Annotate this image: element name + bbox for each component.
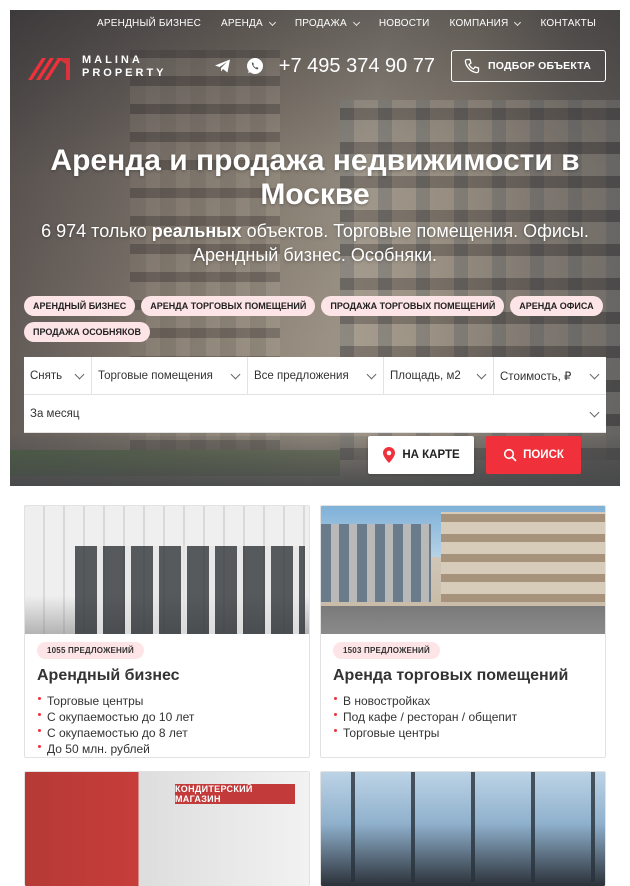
- card-image: [321, 506, 605, 634]
- period-select[interactable]: За месяц: [24, 395, 606, 433]
- price-select[interactable]: Стоимость, ₽: [494, 357, 606, 395]
- phone-number[interactable]: +7 495 374 90 77: [279, 55, 435, 78]
- listing-count: 6 974: [41, 221, 87, 241]
- hero-section: Арендный бизнес Аренда Продажа Новости К…: [10, 10, 620, 486]
- chevron-down-icon: [514, 18, 522, 26]
- list-item[interactable]: Под кафе / ресторан / общепит: [333, 709, 605, 725]
- chevron-down-icon: [74, 369, 85, 380]
- card-list: В новостройках Под кафе / ресторан / общ…: [333, 693, 605, 741]
- list-item[interactable]: В новостройках: [333, 693, 605, 709]
- tag-mansion-sale[interactable]: Продажа особняков: [24, 322, 150, 342]
- chevron-down-icon: [589, 369, 600, 380]
- chevron-down-icon: [589, 407, 600, 418]
- list-item[interactable]: С окупаемостью до 10 лет: [37, 709, 309, 725]
- list-item[interactable]: Торговые центры: [37, 693, 309, 709]
- list-item[interactable]: Торговые центры: [333, 725, 605, 741]
- hero-subtitle: 6 974 только реальных объектов. Торговые…: [41, 221, 589, 265]
- chevron-down-icon: [366, 369, 377, 380]
- map-button[interactable]: На карте: [368, 436, 474, 474]
- logo-mark-icon: [28, 58, 70, 80]
- category-card-retail-rent[interactable]: 1503 предложений Аренда торговых помещен…: [320, 505, 606, 758]
- card-title[interactable]: Аренда торговых помещений: [333, 667, 605, 685]
- chevron-down-icon: [476, 369, 487, 380]
- card-image: [321, 772, 605, 886]
- card-title[interactable]: Арендный бизнес: [37, 667, 309, 685]
- top-navigation: Арендный бизнес Аренда Продажа Новости К…: [87, 18, 606, 29]
- offer-count-badge: 1503 предложений: [333, 642, 440, 659]
- nav-item-rent[interactable]: Аренда: [211, 18, 285, 29]
- property-type-select[interactable]: Торговые помещения: [92, 357, 248, 395]
- category-card[interactable]: [320, 771, 606, 886]
- quick-tags: Арендный бизнес Аренда торговых помещени…: [24, 296, 614, 342]
- nav-item-rental-business[interactable]: Арендный бизнес: [87, 18, 211, 29]
- search-filters: Снять Торговые помещения Все предложения…: [24, 357, 606, 433]
- page-title: Аренда и продажа недвижимости в Москве: [50, 144, 580, 211]
- pick-property-button[interactable]: Подбор объекта: [451, 50, 606, 82]
- map-pin-icon: [383, 447, 396, 463]
- search-icon: [503, 448, 517, 462]
- offer-count-badge: 1055 предложений: [37, 642, 144, 659]
- logo[interactable]: MALINA PROPERTY: [26, 52, 167, 82]
- category-card[interactable]: КОНДИТЕРСКИЙ МАГАЗИН: [24, 771, 310, 886]
- area-select[interactable]: Площадь, м2: [384, 357, 494, 395]
- filter-row: Снять Торговые помещения Все предложения…: [24, 357, 606, 395]
- shop-sign: КОНДИТЕРСКИЙ МАГАЗИН: [175, 784, 295, 804]
- telegram-icon[interactable]: [213, 56, 233, 76]
- card-list: Торговые центры С окупаемостью до 10 лет…: [37, 693, 309, 757]
- card-image: [25, 506, 309, 634]
- search-button[interactable]: Поиск: [486, 436, 581, 474]
- nav-item-news[interactable]: Новости: [369, 18, 440, 29]
- chevron-down-icon: [230, 369, 241, 380]
- filter-row: За месяц: [24, 395, 606, 433]
- list-item[interactable]: С окупаемостью до 8 лет: [37, 725, 309, 741]
- nav-item-sale[interactable]: Продажа: [285, 18, 369, 29]
- list-item[interactable]: До 50 млн. рублей: [37, 741, 309, 757]
- deal-type-select[interactable]: Снять: [24, 357, 92, 395]
- whatsapp-icon[interactable]: [245, 56, 265, 76]
- header-contacts: +7 495 374 90 77 Подбор объекта: [213, 50, 606, 82]
- tag-office-rent[interactable]: Аренда офиса: [510, 296, 603, 316]
- phone-icon: [464, 58, 480, 74]
- nav-item-contacts[interactable]: Контакты: [530, 18, 606, 29]
- nav-item-company[interactable]: Компания: [440, 18, 531, 29]
- card-image: КОНДИТЕРСКИЙ МАГАЗИН: [25, 772, 309, 886]
- chevron-down-icon: [352, 18, 360, 26]
- offers-select[interactable]: Все предложения: [248, 357, 384, 395]
- tag-retail-sale[interactable]: Продажа торговых помещений: [321, 296, 505, 316]
- tag-retail-rent[interactable]: Аренда торговых помещений: [141, 296, 316, 316]
- category-card-rental-business[interactable]: 1055 предложений Арендный бизнес Торговы…: [24, 505, 310, 758]
- logo-wordmark: MALINA PROPERTY: [82, 54, 167, 79]
- tag-rental-business[interactable]: Арендный бизнес: [24, 296, 136, 316]
- chevron-down-icon: [268, 18, 276, 26]
